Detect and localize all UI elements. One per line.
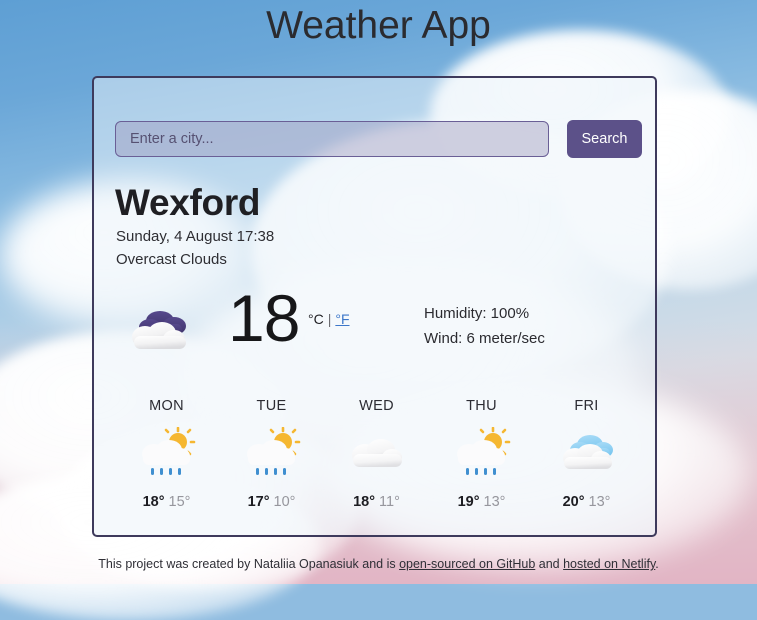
forecast-day-label: FRI bbox=[574, 398, 599, 414]
forecast-max-temp: 19° bbox=[457, 494, 480, 510]
unit-fahrenheit-link[interactable]: °F bbox=[335, 311, 349, 327]
forecast-min-temp: 10° bbox=[273, 494, 296, 510]
broken-clouds-icon bbox=[534, 422, 639, 484]
forecast-temps: 17° 10° bbox=[219, 494, 324, 510]
current-condition: Overcast Clouds bbox=[116, 251, 227, 268]
sun-behind-rain-cloud-icon bbox=[429, 422, 534, 484]
overcast-clouds-icon bbox=[126, 305, 194, 361]
forecast-temps: 18° 15° bbox=[114, 494, 219, 510]
current-weather-row: 18 °C | °F Humidity: 100% Wind: 6 meter/se… bbox=[116, 285, 636, 371]
search-form: Search bbox=[115, 120, 642, 158]
forecast-min-temp: 13° bbox=[588, 494, 611, 510]
github-link[interactable]: open-sourced on GitHub bbox=[399, 557, 535, 571]
cloud-icon bbox=[324, 422, 429, 484]
current-temperature: 18 bbox=[228, 281, 300, 355]
search-button[interactable]: Search bbox=[567, 120, 642, 158]
forecast-day: THU 19° 13° bbox=[429, 398, 534, 510]
forecast-temps: 19° 13° bbox=[429, 494, 534, 510]
page-title: Weather App bbox=[266, 4, 491, 47]
forecast-row: MON 18° 15° TUE 17° 10° WED 18° 11° THU … bbox=[114, 398, 639, 510]
forecast-day: MON 18° 15° bbox=[114, 398, 219, 510]
forecast-day-label: WED bbox=[359, 398, 394, 414]
forecast-min-temp: 13° bbox=[483, 494, 506, 510]
forecast-max-temp: 18° bbox=[353, 494, 376, 510]
forecast-temps: 18° 11° bbox=[324, 494, 429, 510]
forecast-max-temp: 17° bbox=[247, 494, 270, 510]
forecast-day: FRI 20° 13° bbox=[534, 398, 639, 510]
humidity-value: Humidity: 100% bbox=[424, 305, 530, 322]
forecast-min-temp: 11° bbox=[379, 494, 400, 510]
forecast-day: TUE 17° 10° bbox=[219, 398, 324, 510]
forecast-max-temp: 20° bbox=[562, 494, 585, 510]
forecast-min-temp: 15° bbox=[168, 494, 191, 510]
current-datetime: Sunday, 4 August 17:38 bbox=[116, 228, 275, 245]
footer-text-before: This project was created by Nataliia Opa… bbox=[98, 557, 400, 571]
weather-card: Search Wexford Sunday, 4 August 17:38 Ov… bbox=[92, 76, 657, 537]
forecast-max-temp: 18° bbox=[142, 494, 165, 510]
footer: This project was created by Nataliia Opa… bbox=[0, 557, 757, 571]
forecast-day-label: TUE bbox=[256, 398, 287, 414]
footer-text-middle: and bbox=[535, 557, 564, 571]
netlify-link[interactable]: hosted on Netlify bbox=[563, 557, 655, 571]
forecast-day: WED 18° 11° bbox=[324, 398, 429, 510]
current-details: Humidity: 100% Wind: 6 meter/sec bbox=[424, 301, 545, 351]
unit-celsius-link[interactable]: °C bbox=[308, 311, 324, 327]
sun-behind-rain-cloud-icon bbox=[219, 422, 324, 484]
forecast-day-label: MON bbox=[149, 398, 184, 414]
sun-behind-rain-cloud-icon bbox=[114, 422, 219, 484]
footer-text-after: . bbox=[655, 557, 659, 571]
search-input[interactable] bbox=[115, 121, 549, 157]
unit-separator: | bbox=[327, 311, 332, 327]
unit-toggle: °C | °F bbox=[308, 311, 350, 327]
forecast-temps: 20° 13° bbox=[534, 494, 639, 510]
forecast-day-label: THU bbox=[466, 398, 497, 414]
city-name: Wexford bbox=[115, 182, 261, 223]
wind-value: Wind: 6 meter/sec bbox=[424, 330, 545, 347]
